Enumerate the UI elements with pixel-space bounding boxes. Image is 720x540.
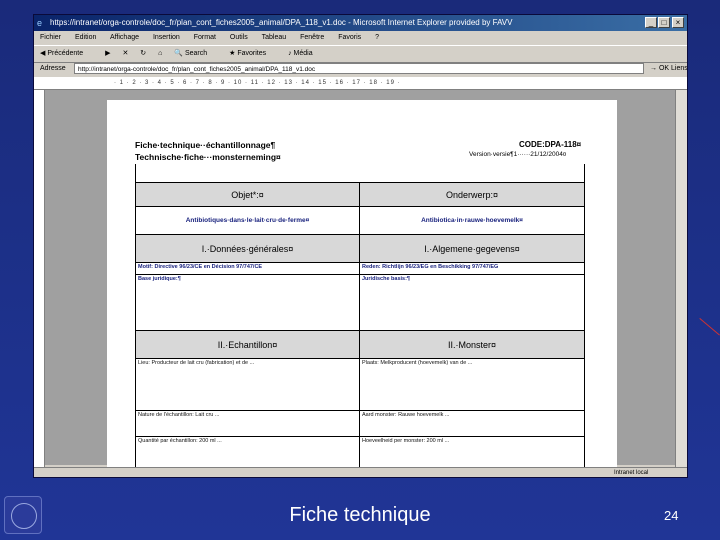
address-bar: Adresse http://intranet/orga-controle/do… — [34, 62, 687, 76]
objet-cell: Objet*:¤ — [136, 182, 360, 206]
media-label: Média — [293, 50, 313, 57]
favorites-label: Favorites — [237, 50, 267, 57]
menu-format[interactable]: Format — [194, 34, 216, 41]
menu-outils[interactable]: Outils — [230, 34, 248, 41]
menu-help[interactable]: ? — [375, 34, 379, 41]
browser-window: e https://intranet/orga-controle/doc_fr/… — [33, 14, 688, 478]
sec1-fr-cell: I.·Données·générales¤ — [136, 234, 360, 262]
document-page: Fiche·technique··échantillonnage¶ Techni… — [107, 100, 617, 477]
base-juridique-cell: Base juridique:¶ — [136, 274, 360, 330]
menu-bar: Fichier Edition Affichage Insertion Form… — [34, 31, 687, 45]
favorites-button[interactable]: ★ Favorites — [229, 50, 276, 57]
back-button[interactable]: ◀ Précédente — [40, 50, 93, 57]
go-label: OK — [658, 65, 670, 72]
doc-code: CODE:DPA-118¤ — [519, 140, 582, 149]
address-input[interactable]: http://intranet/orga-controle/doc_fr/pla… — [74, 63, 644, 74]
menu-insertion[interactable]: Insertion — [153, 34, 180, 41]
doc-title-fr: Fiche·technique··échantillonnage¶ — [135, 140, 276, 150]
lieu-cell: Lieu: Producteur de lait cru (fabricatio… — [136, 358, 360, 410]
nature-cell: Nature de l'échantillon: Lait cru ... — [136, 410, 360, 436]
forward-icon[interactable]: ▶ — [105, 50, 110, 57]
juridische-basis-cell: Juridische basis:¶ — [360, 274, 584, 330]
menu-favoris[interactable]: Favoris — [338, 34, 361, 41]
search-label: Search — [184, 50, 208, 57]
decorative-line — [699, 318, 720, 336]
doc-title-nl: Technische·fiche···monsterneming¤ — [135, 152, 281, 162]
reden-cell: Reden: Richtlijn 96/23/EG en Beschikking… — [360, 262, 584, 274]
doc-table: Objet*:¤ Onderwerp:¤ Antibiotiques·dans·… — [135, 164, 585, 477]
sec2-nl-cell: II.·Monster¤ — [360, 330, 584, 358]
sec1-nl-cell: I.·Algemene·gegevens¤ — [360, 234, 584, 262]
minimize-button[interactable]: _ — [645, 17, 657, 28]
doc-version: Version·versie¶1······21/12/2004¤ — [469, 151, 567, 158]
vertical-ruler — [34, 90, 45, 470]
title-bar: e https://intranet/orga-controle/doc_fr/… — [34, 15, 687, 31]
links-label: Liens — [671, 65, 688, 72]
aard-cell: Aard monster: Rauwe hoevemelk ... — [360, 410, 584, 436]
onderwerp-cell: Onderwerp:¤ — [360, 182, 584, 206]
search-button[interactable]: 🔍 Search — [174, 50, 217, 57]
plaats-cell: Plaats: Melkproducent (hoevemelk) van de… — [360, 358, 584, 410]
zone-label: Intranet local — [614, 470, 649, 476]
menu-fenetre[interactable]: Fenêtre — [300, 34, 324, 41]
motif-cell: Motif: Directive 96/23/CE en Décision 97… — [136, 262, 360, 274]
maximize-button[interactable]: □ — [658, 17, 670, 28]
address-label: Adresse — [40, 65, 66, 72]
slide-title: Fiche technique — [289, 504, 431, 526]
menu-affichage[interactable]: Affichage — [110, 34, 139, 41]
vertical-scrollbar[interactable] — [675, 90, 687, 470]
close-button[interactable]: × — [672, 17, 684, 28]
window-title: https://intranet/orga-controle/doc_fr/pl… — [50, 18, 513, 27]
menu-tableau[interactable]: Tableau — [262, 34, 287, 41]
home-icon[interactable]: ⌂ — [158, 50, 162, 57]
sec2-fr-cell: II.·Echantillon¤ — [136, 330, 360, 358]
menu-fichier[interactable]: Fichier — [40, 34, 61, 41]
go-button[interactable]: → OK Liens » — [650, 62, 688, 76]
horizontal-ruler: · 1 · 2 · 3 · 4 · 5 · 6 · 7 · 8 · 9 · 10… — [34, 77, 687, 90]
media-button[interactable]: ♪ Média — [288, 50, 323, 57]
stop-icon[interactable]: ✕ — [122, 50, 128, 57]
toolbar: ◀ Précédente ▶ ✕ ↻ ⌂ 🔍 Search ★ Favorite… — [34, 45, 687, 63]
refresh-icon[interactable]: ↻ — [140, 50, 146, 57]
back-label: Précédente — [47, 50, 84, 57]
antibio-nl-cell: Antibiotica·in·rauwe·hoevemelk¤ — [360, 206, 584, 234]
status-bar: Intranet local — [34, 467, 687, 477]
slide-number: 24 — [664, 508, 679, 523]
antibio-fr-cell: Antibiotiques·dans·le·lait·cru·de·ferme¤ — [136, 206, 360, 234]
ie-icon: e — [37, 18, 43, 28]
menu-edition[interactable]: Edition — [75, 34, 96, 41]
